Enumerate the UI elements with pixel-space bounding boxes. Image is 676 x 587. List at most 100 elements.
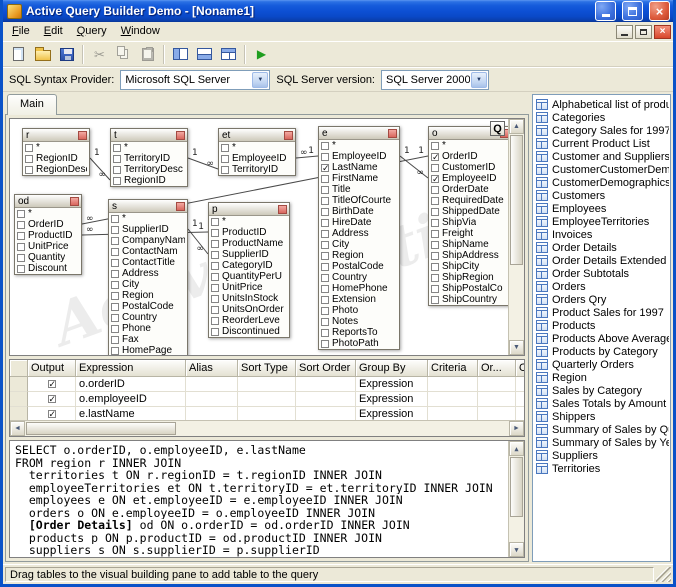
grid-header-cell[interactable]: Sort Type: [238, 360, 296, 377]
field-checkbox[interactable]: [211, 295, 219, 303]
menu-window[interactable]: Window: [114, 23, 167, 40]
table-field-row[interactable]: FirstName: [319, 173, 399, 184]
resize-grip[interactable]: [656, 567, 671, 582]
table-field-row[interactable]: EmployeeID: [219, 153, 295, 164]
field-checkbox[interactable]: [111, 215, 119, 223]
query-list-item[interactable]: Orders Qry: [534, 293, 669, 306]
table-window-p[interactable]: p*ProductIDProductNameSupplierIDCategory…: [208, 202, 290, 338]
scrollbar-thumb[interactable]: [510, 135, 523, 265]
grid-cell[interactable]: [516, 392, 525, 407]
field-checkbox[interactable]: [17, 210, 25, 218]
table-close-icon[interactable]: [70, 197, 79, 206]
field-checkbox[interactable]: [211, 317, 219, 325]
dropdown-arrow-icon[interactable]: ▼: [471, 72, 487, 88]
field-checkbox[interactable]: [111, 248, 119, 256]
table-field-row[interactable]: ProductName: [209, 238, 289, 249]
table-field-row[interactable]: *: [429, 140, 511, 151]
table-field-row[interactable]: *: [111, 142, 187, 153]
table-field-row[interactable]: Country: [109, 312, 187, 323]
table-field-row[interactable]: CompanyNam: [109, 235, 187, 246]
table-field-row[interactable]: *: [219, 142, 295, 153]
copy-button[interactable]: [112, 43, 135, 65]
grid-header-cell[interactable]: Alias: [186, 360, 238, 377]
table-field-row[interactable]: UnitsOnOrder: [209, 304, 289, 315]
table-field-row[interactable]: UnitPrice: [15, 241, 81, 252]
table-header[interactable]: et: [219, 129, 295, 142]
table-field-row[interactable]: ShipPostalCo: [429, 283, 511, 294]
field-checkbox[interactable]: [221, 155, 229, 163]
dropdown-arrow-icon[interactable]: ▼: [252, 72, 268, 88]
tab-main[interactable]: Main: [7, 94, 57, 115]
table-field-row[interactable]: Discontinued: [209, 326, 289, 337]
table-field-row[interactable]: Notes: [319, 316, 399, 327]
table-field-row[interactable]: RegionDescr: [23, 164, 89, 175]
query-list-item[interactable]: Invoices: [534, 228, 669, 241]
field-checkbox[interactable]: [321, 186, 329, 194]
field-checkbox[interactable]: [211, 328, 219, 336]
sql-syntax-provider-combo[interactable]: Microsoft SQL Server ▼: [120, 70, 270, 90]
query-list-item[interactable]: Employees: [534, 202, 669, 215]
grid-header-cell[interactable]: Criteria: [428, 360, 478, 377]
grid-header-cell[interactable]: Expression: [76, 360, 186, 377]
field-checkbox[interactable]: [111, 281, 119, 289]
field-checkbox[interactable]: [211, 262, 219, 270]
table-field-row[interactable]: Title: [319, 184, 399, 195]
grid-cell[interactable]: [186, 392, 238, 407]
paste-button[interactable]: [136, 43, 159, 65]
query-list-item[interactable]: CustomerCustomerDemo: [534, 163, 669, 176]
table-field-row[interactable]: *: [15, 208, 81, 219]
grid-cell[interactable]: [296, 377, 356, 392]
table-field-row[interactable]: HomePhone: [319, 283, 399, 294]
field-checkbox[interactable]: [111, 336, 119, 344]
table-field-row[interactable]: ReorderLeve: [209, 315, 289, 326]
table-field-row[interactable]: Discount: [15, 263, 81, 274]
field-checkbox[interactable]: [431, 296, 439, 304]
table-field-row[interactable]: ProductID: [15, 230, 81, 241]
field-checkbox[interactable]: [321, 230, 329, 238]
query-list-item[interactable]: Region: [534, 371, 669, 384]
table-field-row[interactable]: Address: [109, 268, 187, 279]
table-field-row[interactable]: ✓OrderID: [429, 151, 511, 162]
grid-cell[interactable]: [10, 392, 28, 407]
field-checkbox[interactable]: [25, 155, 33, 163]
panel-bottom-button[interactable]: [193, 43, 216, 65]
table-field-row[interactable]: ✓EmployeeID: [429, 173, 511, 184]
scroll-right-icon[interactable]: ►: [509, 421, 524, 436]
query-list-item[interactable]: Customer and Suppliers by City: [534, 150, 669, 163]
table-field-row[interactable]: RequiredDate: [429, 195, 511, 206]
query-list-item[interactable]: Quarterly Orders: [534, 358, 669, 371]
table-field-row[interactable]: Extension: [319, 294, 399, 305]
save-button[interactable]: [55, 43, 78, 65]
panel-left-button[interactable]: [169, 43, 192, 65]
open-button[interactable]: [31, 43, 54, 65]
query-list-item[interactable]: CustomerDemographics: [534, 176, 669, 189]
query-list-item[interactable]: Orders: [534, 280, 669, 293]
query-list-item[interactable]: Sales by Category: [534, 384, 669, 397]
table-close-icon[interactable]: [388, 129, 397, 138]
grid-cell[interactable]: [238, 377, 296, 392]
table-field-row[interactable]: ShipRegion: [429, 272, 511, 283]
scroll-up-icon[interactable]: ▲: [509, 119, 524, 134]
table-field-row[interactable]: *: [209, 216, 289, 227]
table-window-s[interactable]: s*SupplierIDCompanyNamContactNamContactT…: [108, 199, 188, 356]
field-checkbox[interactable]: [431, 285, 439, 293]
field-checkbox[interactable]: [431, 230, 439, 238]
grid-cell[interactable]: [478, 392, 516, 407]
field-checkbox[interactable]: [113, 155, 121, 163]
field-checkbox[interactable]: [17, 221, 25, 229]
field-checkbox[interactable]: [431, 263, 439, 271]
table-field-row[interactable]: PostalCode: [109, 301, 187, 312]
maximize-button[interactable]: [622, 1, 643, 21]
field-checkbox[interactable]: [431, 219, 439, 227]
grid-cell[interactable]: o.orderID: [76, 377, 186, 392]
table-close-icon[interactable]: [278, 205, 287, 214]
query-list-item[interactable]: Territories: [534, 462, 669, 475]
query-list-item[interactable]: Sales Totals by Amount: [534, 397, 669, 410]
mdi-close-button[interactable]: ×: [654, 25, 671, 39]
mdi-minimize-button[interactable]: [616, 25, 633, 39]
grid-header-cell[interactable]: Output: [28, 360, 76, 377]
table-field-row[interactable]: TerritoryID: [111, 153, 187, 164]
table-field-row[interactable]: UnitsInStock: [209, 293, 289, 304]
table-field-row[interactable]: QuantityPerU: [209, 271, 289, 282]
field-checkbox[interactable]: [25, 144, 33, 152]
